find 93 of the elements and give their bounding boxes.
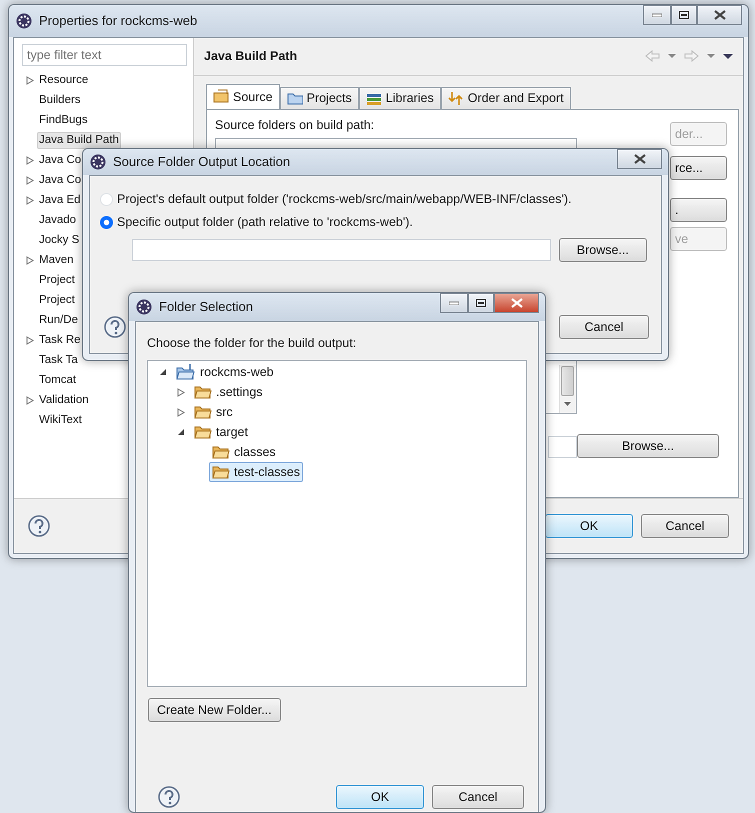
sidebar-item[interactable]: Maven: [37, 252, 76, 268]
option-label[interactable]: Project's default output folder ('rockcms-web/src/main/webapp/WEB-INF/classes').: [117, 190, 572, 209]
folder-icon: [194, 405, 212, 419]
sidebar-item[interactable]: Task Ta: [37, 352, 80, 368]
back-arrow-icon: [645, 50, 660, 62]
expand-arrow-icon: [26, 256, 34, 264]
minimize-icon: [449, 301, 459, 305]
button[interactable]: OK: [336, 785, 424, 809]
tab[interactable]: Source: [206, 84, 280, 109]
help-icon: [158, 786, 180, 808]
dropdown-icon: [707, 54, 715, 59]
folder-icon: [212, 445, 230, 459]
tree-item[interactable]: test-classes: [209, 462, 303, 482]
minimize-icon: [652, 13, 662, 17]
sidebar-item[interactable]: Java Ed: [37, 192, 83, 208]
sidebar-item[interactable]: Builders: [37, 92, 83, 108]
help-icon: [28, 515, 50, 537]
sidebar-item[interactable]: Java Build Path: [37, 132, 121, 148]
tree-item[interactable]: .settings: [191, 382, 266, 402]
maximize-icon: [679, 11, 689, 19]
sidebar-item[interactable]: FindBugs: [37, 112, 90, 128]
scroll-down-arrow-icon: [564, 402, 571, 406]
path-field[interactable]: [548, 436, 577, 458]
maximize-icon: [476, 299, 486, 307]
gear-icon: [15, 12, 33, 30]
filter-field[interactable]: type filter text: [22, 44, 187, 66]
sidebar-item[interactable]: Javado: [37, 212, 78, 228]
sidebar-item[interactable]: Java Co: [37, 152, 84, 168]
button[interactable]: rce...: [670, 156, 727, 180]
button[interactable]: Cancel: [641, 514, 729, 538]
sidebar-item[interactable]: Jocky S: [37, 232, 82, 248]
folder-icon: [194, 425, 212, 439]
expand-arrow-icon: [26, 196, 34, 204]
button[interactable]: Create New Folder...: [148, 698, 281, 722]
maximize-button[interactable]: [468, 293, 494, 313]
window-title: Source Folder Output Location: [113, 153, 292, 172]
folder-icon: [194, 385, 212, 399]
sidebar-item[interactable]: Project: [37, 272, 77, 288]
maximize-button[interactable]: [671, 5, 697, 25]
tab[interactable]: Libraries: [358, 86, 441, 109]
tree-item[interactable]: classes: [209, 442, 279, 462]
tree-item[interactable]: rockcms-web: [173, 362, 277, 382]
close-button[interactable]: [494, 293, 539, 313]
close-icon: [510, 298, 522, 308]
close-button[interactable]: [697, 5, 742, 25]
sidebar-item[interactable]: WikiText: [37, 412, 84, 428]
button[interactable]: Browse...: [558, 238, 647, 262]
dropdown-icon: [668, 54, 676, 59]
close-icon: [714, 10, 726, 20]
menu-icon: [723, 54, 733, 59]
expand-arrow-icon: [26, 76, 34, 84]
expand-arrow-icon: [26, 176, 34, 184]
gear-icon: [135, 298, 153, 316]
close-icon: [634, 154, 646, 164]
sidebar-item[interactable]: Task Re: [37, 332, 83, 348]
project-folder-icon: [176, 364, 196, 380]
button[interactable]: .: [670, 198, 727, 222]
section-label: Source folders on build path:: [215, 118, 374, 132]
button[interactable]: Cancel: [432, 785, 524, 809]
minimize-button[interactable]: [643, 5, 671, 25]
forward-arrow-icon: [684, 50, 699, 62]
close-button[interactable]: [617, 149, 662, 169]
button[interactable]: Browse...: [577, 434, 719, 458]
sidebar-item[interactable]: Validation: [37, 392, 91, 408]
expand-arrow-icon: [26, 396, 34, 404]
tab[interactable]: Projects: [280, 86, 359, 109]
output-folder-field[interactable]: [132, 239, 551, 261]
tree-item[interactable]: target: [191, 422, 251, 442]
prompt-text: Choose the folder for the build output:: [146, 335, 358, 352]
sidebar-item[interactable]: Project: [37, 292, 77, 308]
tree-item[interactable]: src: [191, 402, 236, 422]
page-title: Java Build Path: [204, 48, 298, 66]
sidebar-item[interactable]: Java Co: [37, 172, 84, 188]
folder-icon: [286, 90, 303, 106]
sidebar-item[interactable]: Run/De: [37, 312, 80, 328]
scrollbar-thumb[interactable]: [561, 366, 574, 396]
swap-arrows-icon: [448, 90, 464, 106]
expand-arrow-icon: [26, 336, 34, 344]
minimize-button[interactable]: [440, 293, 468, 313]
gear-icon: [89, 153, 107, 171]
help-icon: [104, 316, 126, 338]
option-label[interactable]: Specific output folder (path relative to 'rockcms-web').: [117, 213, 413, 232]
window-title: Properties for rockcms-web: [39, 12, 198, 30]
radio-button[interactable]: [100, 216, 113, 229]
button[interactable]: Cancel: [559, 315, 649, 339]
package-icon: [213, 89, 229, 104]
window-title: Folder Selection: [159, 298, 254, 316]
sidebar-item[interactable]: Resource: [37, 72, 90, 88]
sidebar-item[interactable]: Tomcat: [37, 372, 78, 388]
tab[interactable]: Order and Export: [440, 86, 571, 109]
folder-icon: [212, 465, 230, 479]
button[interactable]: OK: [545, 514, 633, 538]
expand-arrow-icon: [26, 156, 34, 164]
